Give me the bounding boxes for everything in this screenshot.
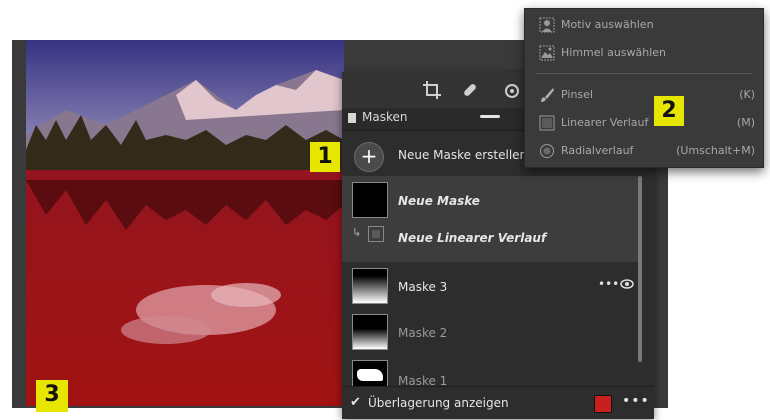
menu-item-shortcut: (K) [739,88,755,101]
menu-item-label: Motiv auswählen [561,18,654,31]
sub-indent-arrow-icon: ↳ [352,226,362,239]
sub-mask-name[interactable]: Neue Linearer Verlauf [398,231,546,245]
menu-item-radialverlauf[interactable]: Radialverlauf (Umschalt+M) [525,139,763,163]
mask-name: Neue Maske [398,194,480,208]
mask-name: Maske 3 [398,280,448,294]
mask-list: Neue Maske ↳ Neue Linearer Verlauf Maske… [342,176,638,394]
person-icon [539,17,555,33]
menu-item-shortcut: (Umschalt+M) [676,144,755,157]
more-options-icon[interactable]: ••• [598,277,619,291]
menu-item-motiv[interactable]: Motiv auswählen [525,13,763,37]
menu-item-pinsel[interactable]: Pinsel (K) [525,83,763,107]
overlay-color-swatch[interactable] [594,395,612,413]
radial-gradient-icon [540,144,554,158]
menu-item-shortcut: (M) [736,116,755,129]
mask-thumbnail [352,182,388,218]
mask-thumbnail [352,314,388,350]
landscape-image [26,40,344,406]
brush-icon [541,88,554,102]
footer-more-icon[interactable]: ••• [622,393,650,409]
menu-item-label: Radialverlauf [561,144,634,157]
red-eye-icon[interactable] [502,80,522,100]
overlay-checkbox[interactable]: ✔ [350,395,361,410]
mask-thumbnail [352,268,388,304]
callout-badge-1: 1 [310,142,340,172]
new-mask-menu: Motiv auswählen Himmel auswählen Pinsel … [524,8,764,168]
menu-item-himmel[interactable]: Himmel auswählen [525,41,763,65]
drag-handle[interactable] [480,115,500,118]
callout-badge-2: 2 [654,96,684,126]
panel-footer: ✔ Überlagerung anzeigen ••• [342,386,654,419]
crop-icon[interactable] [422,80,442,100]
menu-item-linearer-verlauf[interactable]: Linearer Verlauf (M) [525,111,763,135]
sky-icon [539,45,555,61]
linear-gradient-icon [368,226,384,242]
panel-toggle-icon[interactable] [348,113,356,123]
overlay-label[interactable]: Überlagerung anzeigen [368,396,509,410]
photo-canvas[interactable] [26,40,344,406]
linear-gradient-icon [539,115,555,131]
menu-item-label: Linearer Verlauf [561,116,649,129]
healing-icon[interactable] [460,80,480,100]
masks-title: Masken [362,110,408,124]
eye-icon[interactable] [620,279,634,289]
new-mask-label[interactable]: Neue Maske erstellen [398,148,527,162]
new-mask-button[interactable]: + [354,142,384,172]
mask-name: Maske 2 [398,326,448,340]
menu-item-label: Himmel auswählen [561,46,667,59]
callout-badge-3: 3 [36,380,68,412]
list-scrollbar[interactable] [638,176,642,362]
menu-separator [535,73,753,74]
menu-item-label: Pinsel [561,88,593,101]
